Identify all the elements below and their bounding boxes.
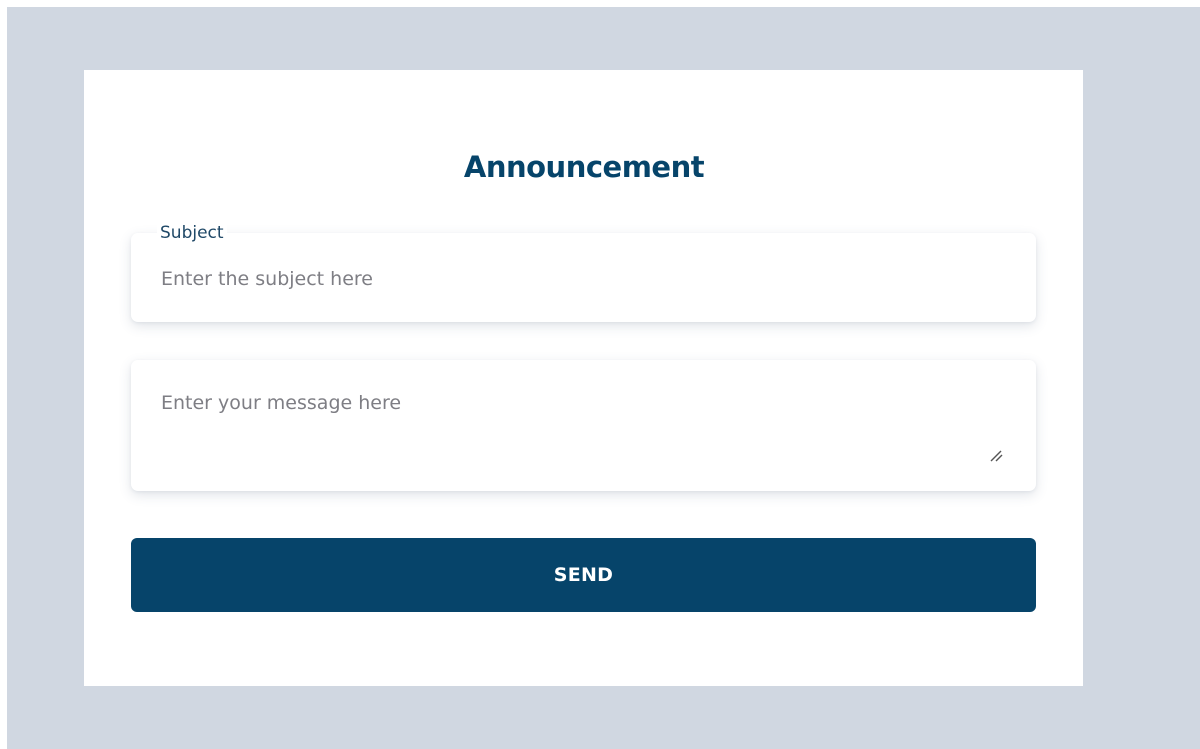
subject-input[interactable] xyxy=(161,265,1006,293)
message-field[interactable] xyxy=(131,360,1036,491)
form-title: Announcement xyxy=(463,150,705,184)
subject-field[interactable] xyxy=(131,233,1036,322)
resize-handle-icon[interactable] xyxy=(988,447,1004,463)
send-button[interactable]: SEND xyxy=(131,538,1036,612)
message-textarea[interactable] xyxy=(161,392,1006,472)
subject-label: Subject xyxy=(157,222,227,244)
